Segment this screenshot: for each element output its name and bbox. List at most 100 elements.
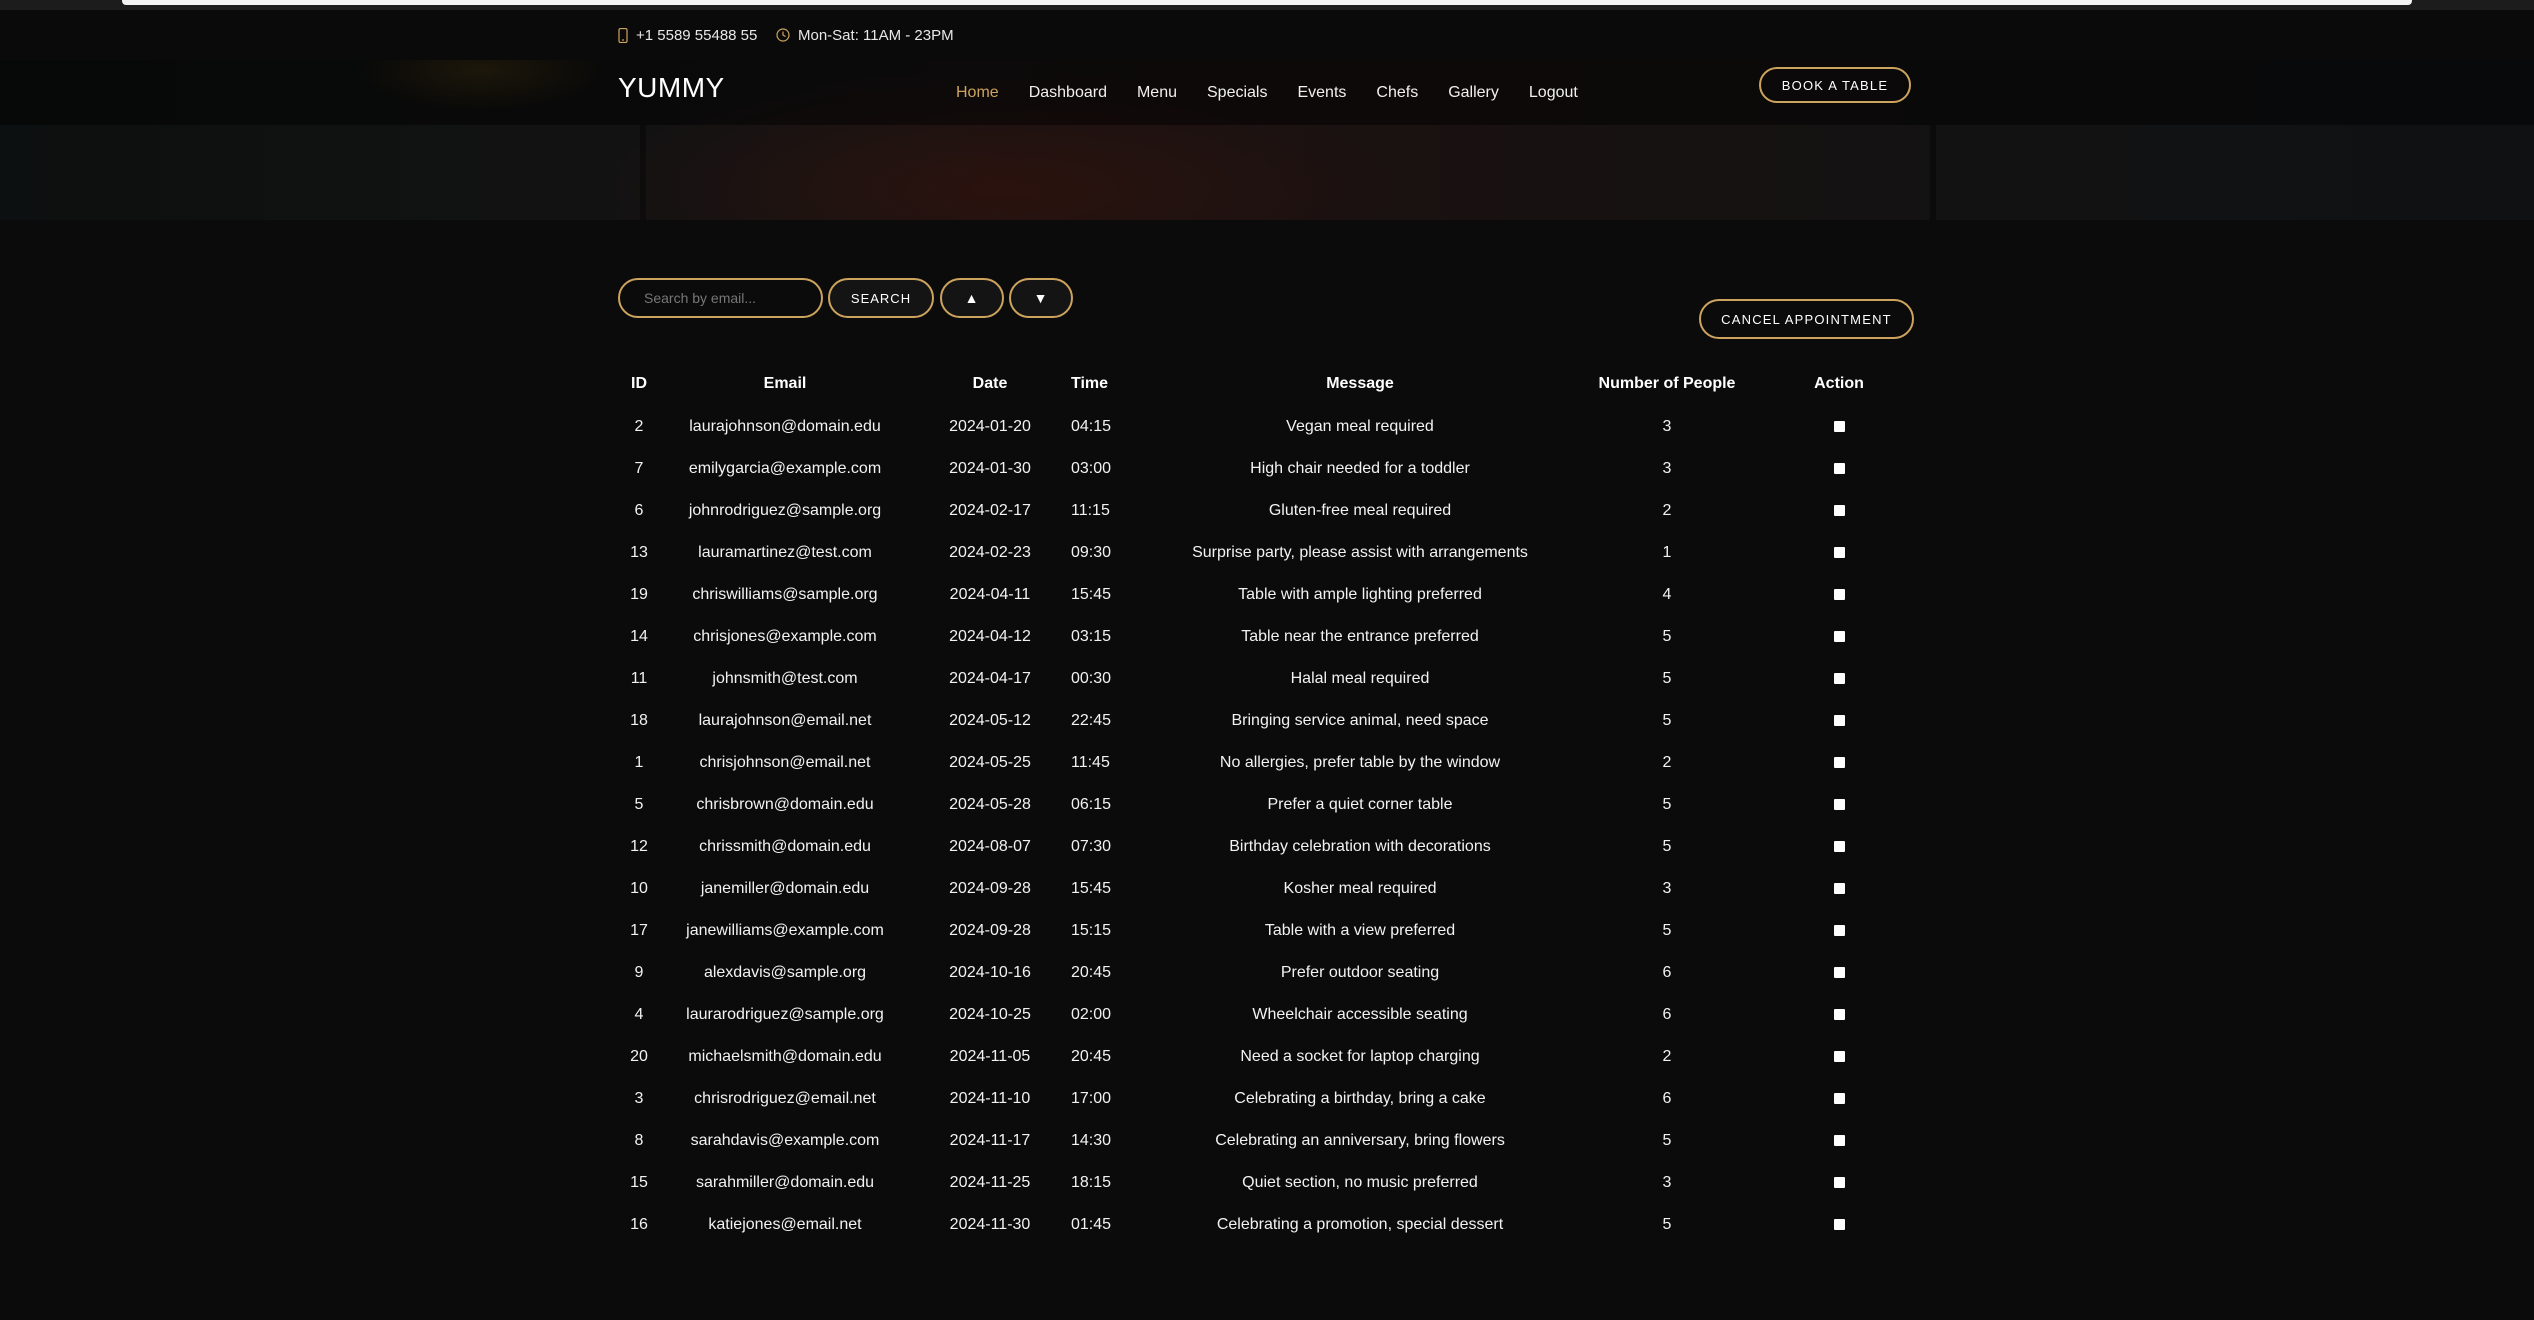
book-table-button[interactable]: BOOK A TABLE [1759, 67, 1911, 103]
cell-id: 17 [630, 922, 648, 939]
cell-time: 09:30 [1071, 544, 1112, 561]
cell-email: janewilliams@example.com [686, 922, 884, 939]
cell-time: 02:00 [1071, 1006, 1112, 1023]
cell-people: 6 [1662, 1090, 1672, 1107]
cell-id: 18 [630, 712, 648, 729]
cell-people: 2 [1662, 502, 1672, 519]
cell-time: 17:00 [1071, 1090, 1112, 1107]
row-select-checkbox[interactable] [1833, 463, 1845, 475]
cell-id: 9 [634, 964, 644, 981]
cell-action [1764, 490, 1914, 532]
sort-ascending-button[interactable]: ▲ [940, 278, 1004, 318]
header-message: Message [1326, 375, 1394, 392]
cell-email: janemiller@domain.edu [700, 880, 870, 897]
row-select-checkbox[interactable] [1833, 799, 1845, 811]
cell-action [1764, 910, 1914, 952]
cell-action [1764, 742, 1914, 784]
nav-logout[interactable]: Logout [1529, 84, 1578, 102]
cell-message: Need a socket for laptop charging [1240, 1048, 1480, 1065]
row-select-checkbox[interactable] [1833, 1135, 1845, 1147]
nav-events[interactable]: Events [1297, 84, 1346, 102]
row-select-checkbox[interactable] [1833, 421, 1845, 433]
cell-message: Gluten-free meal required [1268, 502, 1452, 519]
cell-message: Table with ample lighting preferred [1238, 586, 1482, 603]
search-button[interactable]: SEARCH [828, 278, 934, 318]
cell-action [1764, 1204, 1914, 1246]
row-select-checkbox[interactable] [1833, 967, 1845, 979]
cell-id: 10 [630, 880, 648, 897]
row-select-checkbox[interactable] [1833, 1093, 1845, 1105]
row-select-checkbox[interactable] [1833, 673, 1845, 685]
header-time: Time [1071, 375, 1109, 392]
table-body: 2 laurajohnson@domain.edu 2024-01-20 04:15 V… [618, 406, 1914, 1246]
cell-time: 15:45 [1071, 586, 1112, 603]
row-select-checkbox[interactable] [1833, 841, 1845, 853]
cell-id: 5 [634, 796, 644, 813]
table-row: 19 chriswilliams@sample.org 2024-04-11 15:4… [618, 574, 1914, 616]
nav-dashboard[interactable]: Dashboard [1029, 84, 1107, 102]
cell-people: 5 [1662, 670, 1672, 687]
cell-time: 15:15 [1071, 922, 1112, 939]
row-select-checkbox[interactable] [1833, 1051, 1845, 1063]
row-select-checkbox[interactable] [1833, 589, 1845, 601]
row-select-checkbox[interactable] [1833, 1009, 1845, 1021]
cell-message: No allergies, prefer table by the window [1219, 754, 1501, 771]
search-input[interactable] [618, 278, 823, 318]
row-select-checkbox[interactable] [1833, 925, 1845, 937]
row-select-checkbox[interactable] [1833, 631, 1845, 643]
cell-id: 14 [630, 628, 648, 645]
cell-time: 00:30 [1071, 670, 1112, 687]
row-select-checkbox[interactable] [1833, 715, 1845, 727]
nav-specials[interactable]: Specials [1207, 84, 1267, 102]
cell-time: 18:15 [1071, 1174, 1112, 1191]
cell-action [1764, 448, 1914, 490]
phone-text: +1 5589 55488 55 [636, 26, 758, 44]
cell-people: 2 [1662, 1048, 1672, 1065]
cell-time: 04:15 [1071, 418, 1112, 435]
cell-email: laurarodriguez@sample.org [686, 1006, 884, 1023]
cell-action [1764, 700, 1914, 742]
cell-time: 22:45 [1071, 712, 1112, 729]
cell-time: 03:00 [1071, 460, 1112, 477]
row-select-checkbox[interactable] [1833, 883, 1845, 895]
row-select-checkbox[interactable] [1833, 1219, 1845, 1231]
cell-people: 3 [1662, 880, 1672, 897]
nav-home[interactable]: Home [956, 84, 999, 102]
cell-time: 20:45 [1071, 964, 1112, 981]
cell-email: chrissmith@domain.edu [699, 838, 871, 855]
row-select-checkbox[interactable] [1833, 547, 1845, 559]
cancel-appointment-button[interactable]: CANCEL APPOINTMENT [1699, 299, 1914, 339]
cell-email: johnrodriguez@sample.org [688, 502, 882, 519]
table-row: 14 chrisjones@example.com 2024-04-12 03:15 T… [618, 616, 1914, 658]
nav-gallery[interactable]: Gallery [1448, 84, 1499, 102]
table-row: 6 johnrodriguez@sample.org 2024-02-17 11:15… [618, 490, 1914, 532]
cell-people: 5 [1662, 1132, 1672, 1149]
cell-time: 14:30 [1071, 1132, 1112, 1149]
row-select-checkbox[interactable] [1833, 1177, 1845, 1189]
cell-time: 06:15 [1071, 796, 1112, 813]
nav-chefs[interactable]: Chefs [1376, 84, 1418, 102]
cell-date: 2024-01-20 [949, 418, 1031, 435]
cell-time: 15:45 [1071, 880, 1112, 897]
table-row: 17 janewilliams@example.com 2024-09-28 15:1… [618, 910, 1914, 952]
table-row: 15 sarahmiller@domain.edu 2024-11-25 18:15 Q… [618, 1162, 1914, 1204]
cell-people: 5 [1662, 838, 1672, 855]
cell-action [1764, 994, 1914, 1036]
hero-shadow [640, 125, 646, 220]
table-row: 9 alexdavis@sample.org 2024-10-16 20:45 Pref… [618, 952, 1914, 994]
cell-date: 2024-02-17 [949, 502, 1031, 519]
cell-action [1764, 952, 1914, 994]
phone-icon [618, 27, 628, 43]
site-logo[interactable]: YUMMY [618, 72, 725, 104]
sort-descending-button[interactable]: ▼ [1009, 278, 1073, 318]
row-select-checkbox[interactable] [1833, 757, 1845, 769]
nav-links: Home Dashboard Menu Specials Events Chef… [956, 60, 1608, 125]
table-row: 5 chrisbrown@domain.edu 2024-05-28 06:15 Pre… [618, 784, 1914, 826]
cell-time: 07:30 [1071, 838, 1112, 855]
nav-menu[interactable]: Menu [1137, 84, 1177, 102]
cell-message: Celebrating a birthday, bring a cake [1234, 1090, 1486, 1107]
row-select-checkbox[interactable] [1833, 505, 1845, 517]
cell-message: Halal meal required [1290, 670, 1430, 687]
header-row: ID Email Date Time Message Number of Peo… [618, 362, 1914, 406]
hero-shadow [1930, 125, 1936, 220]
